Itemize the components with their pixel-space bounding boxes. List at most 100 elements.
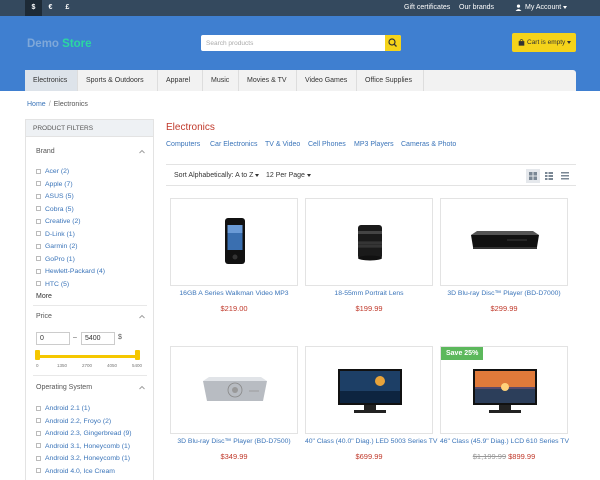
price-slider-track[interactable]	[37, 355, 138, 358]
checkbox[interactable]	[36, 231, 41, 237]
search-input[interactable]	[201, 35, 385, 51]
product-name-link[interactable]: 40" Class (40.0" Diag.) LED 5003 Series …	[305, 438, 437, 445]
chevron-up-icon[interactable]	[139, 314, 145, 319]
checkbox[interactable]	[36, 468, 41, 474]
price-slider-max-handle[interactable]	[135, 350, 140, 360]
search-box	[201, 35, 401, 51]
subcategory-link-cameras-photo[interactable]: Cameras & Photo	[401, 141, 456, 148]
breadcrumb-home[interactable]: Home	[27, 101, 46, 108]
brand-more-link[interactable]: More	[36, 293, 52, 300]
nav-item-apparel[interactable]: Apparel	[158, 70, 203, 91]
currency-usd[interactable]: $	[25, 0, 42, 16]
currency-eur[interactable]: €	[42, 0, 59, 16]
bluray-player-icon	[203, 377, 267, 401]
brand-filter-item[interactable]: Cobra (5)	[36, 206, 74, 213]
brand-filter-item[interactable]: ASUS (5)	[36, 193, 74, 200]
subcategory-link-cell-phones[interactable]: Cell Phones	[308, 141, 346, 148]
subcategory-link-tv-video[interactable]: TV & Video	[265, 141, 300, 148]
sort-dropdown[interactable]: Sort Alphabetically: A to Z	[174, 165, 260, 187]
checkbox[interactable]	[36, 418, 41, 424]
checkbox[interactable]	[36, 256, 41, 262]
brand-filter-item[interactable]: Creative (2)	[36, 218, 81, 225]
price-currency-label: $	[118, 334, 122, 341]
subcategory-link-mp3-players[interactable]: MP3 Players	[354, 141, 394, 148]
chevron-up-icon[interactable]	[139, 149, 145, 154]
checkbox[interactable]	[36, 243, 41, 249]
checkbox[interactable]	[36, 193, 41, 199]
nav-item-video-games[interactable]: Video Games	[297, 70, 357, 91]
nav-item-sports-outdoors[interactable]: Sports & Outdoors	[78, 70, 158, 91]
os-filter-item[interactable]: Android 2.2, Froyo (2)	[36, 418, 111, 425]
product-name-link[interactable]: 3D Blu-ray Disc™ Player (BD-D7500)	[170, 438, 298, 445]
sale-price: $899.99	[508, 452, 536, 461]
compact-list-icon	[561, 172, 569, 180]
filters-title: PRODUCT FILTERS	[26, 120, 153, 137]
nav-item-office-supplies[interactable]: Office Supplies	[357, 70, 424, 91]
my-account-menu[interactable]: My Account	[515, 0, 568, 16]
nav-item-music[interactable]: Music	[203, 70, 239, 91]
subcategory-link-car-electronics[interactable]: Car Electronics	[210, 141, 257, 148]
chevron-down-icon	[255, 173, 260, 177]
subcategory-link-computers[interactable]: Computers	[166, 141, 200, 148]
brand-filter-item[interactable]: GoPro (1)	[36, 256, 75, 263]
checkbox[interactable]	[36, 430, 41, 436]
checkbox[interactable]	[36, 168, 41, 174]
product-image-card[interactable]	[170, 198, 298, 286]
os-filter-item[interactable]: Android 3.1, Honeycomb (1)	[36, 443, 130, 450]
price-min-input[interactable]: 0	[36, 332, 70, 345]
checkbox[interactable]	[36, 455, 41, 461]
nav-item-movies-tv[interactable]: Movies & TV	[239, 70, 297, 91]
checkbox[interactable]	[36, 181, 41, 187]
our-brands-link[interactable]: Our brands	[459, 0, 494, 16]
brand-filter-item[interactable]: Garmin (2)	[36, 243, 78, 250]
checkbox[interactable]	[36, 218, 41, 224]
gift-certificates-link[interactable]: Gift certificates	[404, 0, 450, 16]
list-icon	[545, 172, 553, 180]
chevron-down-icon	[306, 173, 311, 177]
brand-filter-item[interactable]: D-Link (1)	[36, 231, 75, 238]
camera-lens-icon	[358, 225, 382, 261]
per-page-dropdown[interactable]: 12 Per Page	[266, 165, 311, 187]
nav-item-electronics[interactable]: Electronics	[25, 70, 78, 91]
product-image-card[interactable]	[305, 346, 433, 434]
product-image-card[interactable]: Save 25%	[440, 346, 568, 434]
product-image-card[interactable]	[440, 198, 568, 286]
product-name-link[interactable]: 16GB A Series Walkman Video MP3	[170, 290, 298, 297]
product-name-link[interactable]: 46" Class (45.9" Diag.) LCD 610 Series T…	[440, 438, 569, 445]
checkbox[interactable]	[36, 405, 41, 411]
os-filter-heading[interactable]: Operating System	[36, 384, 92, 391]
shopping-bag-icon	[518, 38, 525, 46]
search-button[interactable]	[385, 35, 401, 51]
os-filter-item[interactable]: Android 3.2, Honeycomb (1)	[36, 455, 130, 462]
currency-gbp[interactable]: £	[59, 0, 76, 16]
brand-filter-item[interactable]: Acer (2)	[36, 168, 69, 175]
price-tick-label: 0	[36, 363, 39, 368]
cart-button[interactable]: Cart is empty	[512, 33, 576, 52]
chevron-up-icon[interactable]	[139, 385, 145, 390]
brand-filter-item[interactable]: Apple (7)	[36, 181, 73, 188]
store-logo[interactable]: Demo Store	[27, 38, 92, 50]
list-view-button[interactable]	[542, 169, 556, 183]
category-nav: Electronics Sports & Outdoors Apparel Mu…	[25, 70, 576, 91]
price-max-input[interactable]: 5400	[81, 332, 115, 345]
grid-view-button[interactable]	[526, 169, 540, 183]
os-filter-item[interactable]: Android 4.0, Ice Cream	[36, 468, 115, 475]
price-tick-label: 1350	[57, 363, 68, 368]
product-name-link[interactable]: 18-55mm Portrait Lens	[305, 290, 433, 297]
grid-icon	[529, 172, 537, 180]
checkbox[interactable]	[36, 281, 41, 287]
product-image-card[interactable]	[305, 198, 433, 286]
checkbox[interactable]	[36, 206, 41, 212]
os-filter-item[interactable]: Android 2.1 (1)	[36, 405, 90, 412]
product-image-card[interactable]	[170, 346, 298, 434]
brand-filter-heading[interactable]: Brand	[36, 148, 55, 155]
checkbox[interactable]	[36, 443, 41, 449]
compact-list-view-button[interactable]	[558, 169, 572, 183]
product-name-link[interactable]: 3D Blu-ray Disc™ Player (BD-D7000)	[440, 290, 568, 297]
brand-filter-item[interactable]: HTC (5)	[36, 281, 69, 288]
os-filter-item[interactable]: Android 2.3, Gingerbread (9)	[36, 430, 132, 437]
price-filter-heading[interactable]: Price	[36, 313, 52, 320]
checkbox[interactable]	[36, 268, 41, 274]
brand-filter-item[interactable]: Hewlett-Packard (4)	[36, 268, 105, 275]
price-slider-min-handle[interactable]	[35, 350, 40, 360]
